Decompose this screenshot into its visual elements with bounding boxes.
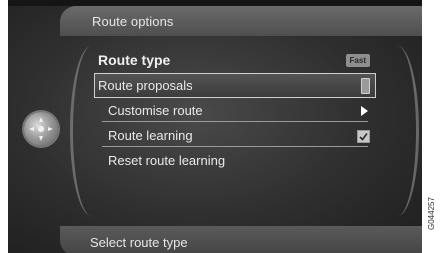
menu-item-reset-route-learning[interactable]: Reset route learning	[94, 148, 376, 173]
menu-item-label: Reset route learning	[108, 153, 226, 168]
status-text: Select route type	[90, 235, 188, 250]
route-options-menu: Route type Fast Route proposals Customis…	[94, 48, 376, 173]
menu-item-label: Customise route	[108, 103, 203, 118]
right-bracket-decoration	[376, 46, 419, 216]
rotary-knob-icon	[24, 112, 58, 146]
menu-item-route-type[interactable]: Route type Fast	[94, 48, 376, 73]
item-divider	[102, 146, 368, 147]
chevron-right-icon	[361, 106, 368, 116]
menu-item-route-proposals[interactable]: Route proposals	[94, 73, 376, 98]
menu-item-label: Route proposals	[98, 78, 193, 93]
display-screen: Route options Route type Fast Route prop…	[8, 0, 422, 253]
status-bar: Select route type	[60, 226, 422, 253]
page-title: Route options	[92, 14, 174, 29]
route-learning-checkbox[interactable]	[357, 130, 370, 143]
scroll-indicator	[361, 78, 370, 94]
header-bar: Route options	[60, 6, 422, 36]
item-divider	[102, 121, 368, 122]
menu-item-label: Route learning	[108, 128, 193, 143]
menu-item-label: Route type	[98, 52, 171, 68]
checkmark-icon	[359, 133, 368, 141]
menu-item-customise-route[interactable]: Customise route	[94, 98, 376, 123]
route-type-value-badge: Fast	[345, 54, 370, 67]
menu-item-route-learning[interactable]: Route learning	[94, 123, 376, 148]
figure-id-label: G044257	[427, 197, 436, 230]
